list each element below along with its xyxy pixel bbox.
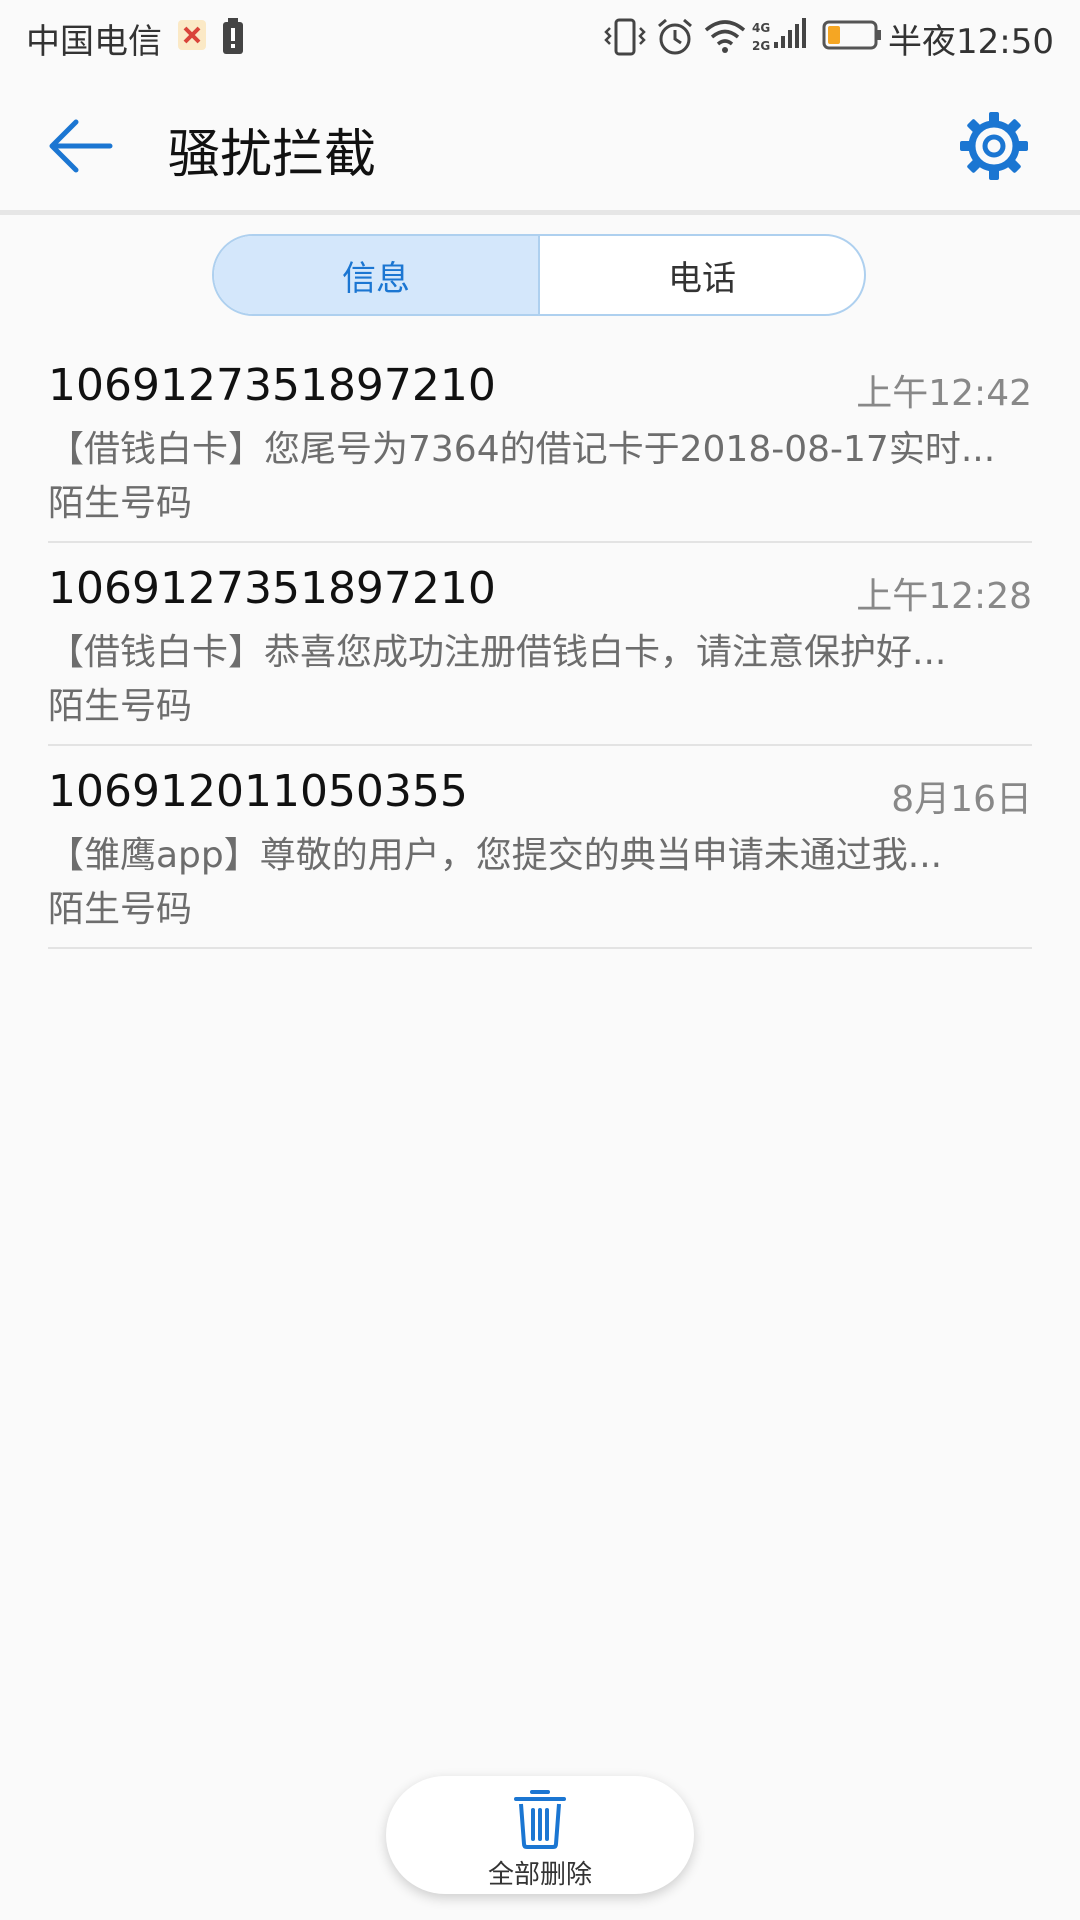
trash-icon — [514, 1790, 566, 1849]
header-divider — [0, 210, 1080, 215]
back-arrow-icon[interactable] — [40, 106, 120, 186]
wifi-icon — [704, 20, 746, 53]
notification-app-icon — [178, 20, 206, 50]
page-title: 骚扰拦截 — [168, 125, 377, 185]
delete-all-label: 全部删除 — [487, 1860, 592, 1890]
tab-calls[interactable]: 电话 — [540, 236, 864, 314]
message-preview: 【雏鹰app】尊敬的用户，您提交的典当申请未通过我... — [48, 835, 943, 876]
list-item[interactable]: 1069127351897210 上午12:28 【借钱白卡】恭喜您成功注册借钱… — [48, 543, 1032, 746]
alarm-icon — [658, 18, 692, 55]
message-preview: 【借钱白卡】恭喜您成功注册借钱白卡，请注意保护好... — [48, 632, 947, 673]
segmented-tabs: 信息 电话 — [212, 234, 866, 316]
delete-all-button[interactable]: 全部删除 — [386, 1776, 694, 1894]
message-time: 上午12:42 — [856, 373, 1032, 414]
gear-icon[interactable] — [954, 106, 1034, 186]
carrier-name: 中国电信 — [26, 22, 162, 62]
list-item[interactable]: 1069127351897210 上午12:42 【借钱白卡】您尾号为7364的… — [48, 340, 1032, 543]
message-sender: 106912011050355 — [48, 766, 468, 817]
message-sender: 1069127351897210 — [48, 360, 496, 411]
app-header: 骚扰拦截 — [0, 76, 1080, 210]
vibrate-icon — [604, 18, 646, 56]
message-time: 上午12:28 — [856, 576, 1032, 617]
list-item[interactable]: 106912011050355 8月16日 【雏鹰app】尊敬的用户，您提交的典… — [48, 746, 1032, 949]
signal-4g-2g-icon: 4G 2G — [752, 18, 806, 53]
battery-icon — [822, 20, 881, 50]
battery-saver-icon — [223, 18, 243, 54]
message-time: 8月16日 — [891, 779, 1032, 820]
message-sender: 1069127351897210 — [48, 563, 496, 614]
status-bar: 中国电信 4G 2G 半夜12:50 — [0, 0, 1080, 76]
message-tag: 陌生号码 — [48, 889, 193, 930]
svg-text:4G: 4G — [752, 21, 770, 35]
blocked-message-list: 1069127351897210 上午12:42 【借钱白卡】您尾号为7364的… — [48, 340, 1032, 949]
message-tag: 陌生号码 — [48, 686, 193, 727]
status-time: 半夜12:50 — [888, 22, 1054, 62]
svg-text:2G: 2G — [752, 39, 770, 53]
tab-messages[interactable]: 信息 — [214, 236, 540, 314]
message-tag: 陌生号码 — [48, 483, 193, 524]
message-preview: 【借钱白卡】您尾号为7364的借记卡于2018-08-17实时... — [48, 429, 996, 470]
